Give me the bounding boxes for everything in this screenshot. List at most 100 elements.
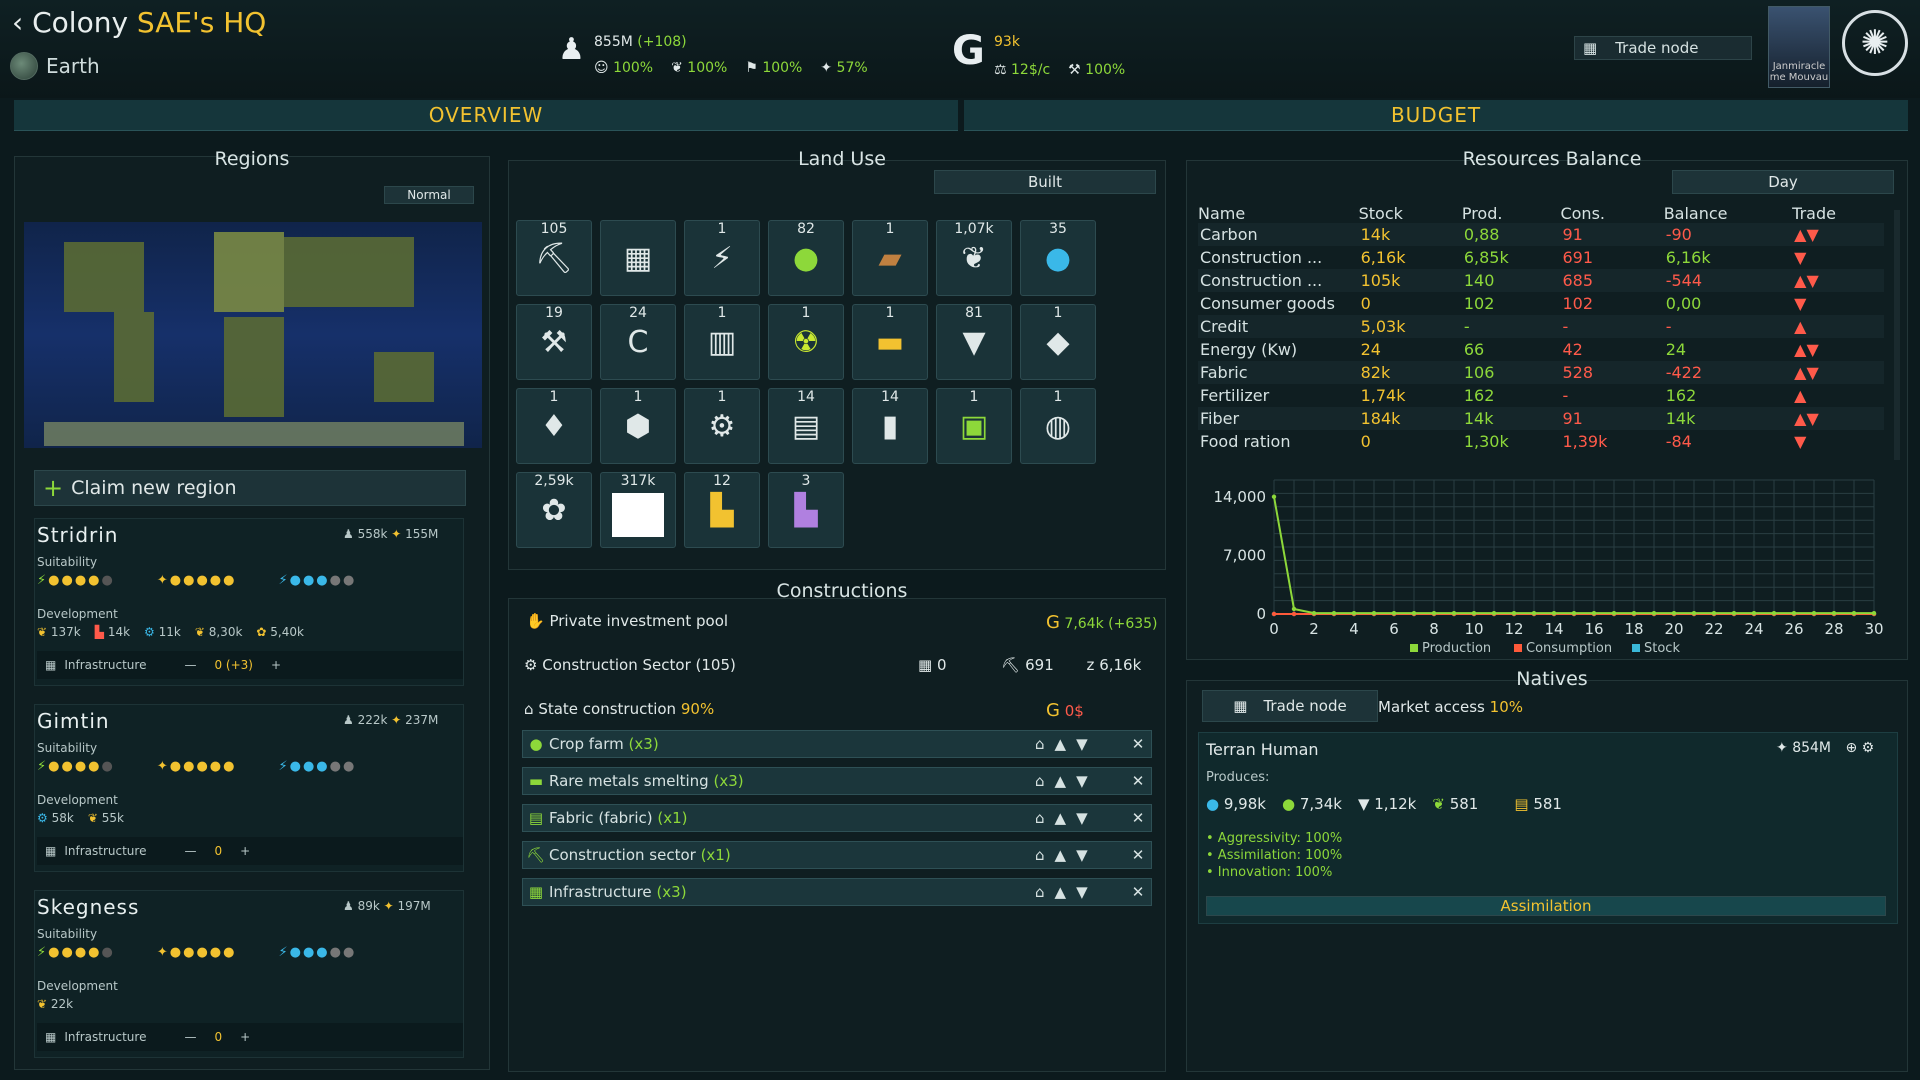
construction-queue-item[interactable]: ● Crop farm (x3) ⌂ ▲ ▼ ✕ <box>522 730 1152 758</box>
table-cell: -90 <box>1665 225 1692 244</box>
region-stats: ♟ 89k ✦ 197M <box>343 899 431 913</box>
land-use-tile[interactable]: 105 ⛏ <box>516 220 592 296</box>
land-use-tile[interactable]: 1 ▣ <box>936 388 1012 464</box>
land-use-tile[interactable]: 1 ♦ <box>516 388 592 464</box>
home-icon[interactable]: ⌂ <box>1035 735 1045 753</box>
land-use-tile[interactable]: 317k <box>600 472 676 548</box>
land-use-tile[interactable]: 35 ● <box>1020 220 1096 296</box>
construction-queue-item[interactable]: ▦ Infrastructure (x3) ⌂ ▲ ▼ ✕ <box>522 878 1152 906</box>
table-row[interactable]: Construction ... 6,16k 6,85k 691 6,16k ▼ <box>1198 246 1884 269</box>
claim-region-button[interactable]: + Claim new region <box>34 470 466 506</box>
home-icon[interactable]: ⌂ <box>1035 846 1045 864</box>
remove-icon[interactable]: ✕ <box>1125 846 1151 864</box>
land-use-tile[interactable]: 2,59k ✿ <box>516 472 592 548</box>
map-mode-button[interactable]: Normal <box>384 186 474 204</box>
column-header[interactable]: Prod. <box>1462 204 1561 223</box>
land-use-tile[interactable]: 24 C <box>600 304 676 380</box>
natives-trade-node-button[interactable]: ▦ Trade node <box>1202 690 1378 722</box>
table-cell: Fiber <box>1200 409 1240 428</box>
move-up-icon[interactable]: ▲ <box>1055 883 1067 901</box>
remove-icon[interactable]: ✕ <box>1125 883 1151 901</box>
column-header[interactable]: Stock <box>1359 204 1462 223</box>
land-use-tile[interactable]: 1 ☢ <box>768 304 844 380</box>
construction-queue-item[interactable]: ⛏ Construction sector (x1) ⌂ ▲ ▼ ✕ <box>522 841 1152 869</box>
table-row[interactable]: Fabric 82k 106 528 -422 ▲▼ <box>1198 361 1884 384</box>
home-icon[interactable]: ⌂ <box>1035 772 1045 790</box>
suitability-dots: ⚡●●●●● ✦●●●●● ⚡●●●●● <box>37 945 357 960</box>
region-card-gimtin[interactable]: Gimtin ♟ 222k ✦ 237M Suitability ⚡●●●●● … <box>34 704 464 872</box>
table-row[interactable]: Carbon 14k 0,88 91 -90 ▲▼ <box>1198 223 1884 246</box>
move-up-icon[interactable]: ▲ <box>1055 772 1067 790</box>
column-header[interactable]: Cons. <box>1560 204 1663 223</box>
trade-node-button[interactable]: ▦ Trade node <box>1574 36 1752 60</box>
land-use-tile[interactable]: 1 ▬ <box>852 304 928 380</box>
move-up-icon[interactable]: ▲ <box>1055 809 1067 827</box>
table-row[interactable]: Fiber 184k 14k 91 14k ▲▼ <box>1198 407 1884 430</box>
region-stats: ♟ 222k ✦ 237M <box>343 713 439 727</box>
data-point <box>1871 610 1877 616</box>
region-card-skegness[interactable]: Skegness ♟ 89k ✦ 197M Suitability ⚡●●●●●… <box>34 890 464 1058</box>
move-up-icon[interactable]: ▲ <box>1055 846 1067 864</box>
land-use-tile[interactable]: 12 ▙ <box>684 472 760 548</box>
data-point <box>1351 610 1357 616</box>
tab-budget[interactable]: BUDGET <box>964 100 1908 131</box>
world-map[interactable] <box>24 222 482 448</box>
land-use-tile[interactable]: 1,07k ❦ <box>936 220 1012 296</box>
construction-queue-item[interactable]: ▬ Rare metals smelting (x3) ⌂ ▲ ▼ ✕ <box>522 767 1152 795</box>
move-down-icon[interactable]: ▼ <box>1076 883 1088 901</box>
increase-button[interactable]: + <box>240 1030 250 1044</box>
land-use-tile[interactable]: 14 ▤ <box>768 388 844 464</box>
land-use-tile[interactable]: 19 ⚒ <box>516 304 592 380</box>
planet-label[interactable]: Earth <box>10 52 100 80</box>
avatar[interactable]: Janmiracle me Mouvau <box>1768 6 1830 88</box>
decrease-button[interactable]: — <box>184 844 196 858</box>
remove-icon[interactable]: ✕ <box>1125 772 1151 790</box>
land-use-tile[interactable]: 1 ⬢ <box>600 388 676 464</box>
remove-icon[interactable]: ✕ <box>1125 735 1151 753</box>
decrease-button[interactable]: — <box>184 1030 196 1044</box>
column-header[interactable]: Trade <box>1792 204 1884 223</box>
land-use-tile[interactable]: ▦ <box>600 220 676 296</box>
tab-overview[interactable]: OVERVIEW <box>14 100 958 131</box>
column-header[interactable]: Name <box>1198 204 1359 223</box>
land-use-tile[interactable]: 82 ● <box>768 220 844 296</box>
move-down-icon[interactable]: ▼ <box>1076 846 1088 864</box>
region-card-stridrin[interactable]: Stridrin ♟ 558k ✦ 155M Suitability ⚡●●●●… <box>34 518 464 686</box>
home-icon[interactable]: ⌂ <box>1035 883 1045 901</box>
increase-button[interactable]: + <box>240 844 250 858</box>
built-filter-button[interactable]: Built <box>934 170 1156 194</box>
decrease-button[interactable]: — <box>184 658 196 672</box>
land-use-tile[interactable]: 1 ▥ <box>684 304 760 380</box>
land-use-tile[interactable]: 1 ◍ <box>1020 388 1096 464</box>
remove-icon[interactable]: ✕ <box>1125 809 1151 827</box>
assimilation-button[interactable]: Assimilation <box>1206 896 1886 916</box>
land-use-tile[interactable]: 1 ◆ <box>1020 304 1096 380</box>
back-icon[interactable]: ‹ <box>12 6 23 39</box>
column-header[interactable]: Balance <box>1664 204 1792 223</box>
move-down-icon[interactable]: ▼ <box>1076 735 1088 753</box>
land-use-tile[interactable]: 1 ▰ <box>852 220 928 296</box>
table-row[interactable]: Food ration 0 1,30k 1,39k -84 ▼ <box>1198 430 1884 453</box>
land-use-tile[interactable]: 3 ▙ <box>768 472 844 548</box>
land-use-tile[interactable]: 81 ▼ <box>936 304 1012 380</box>
land-use-tile[interactable]: 14 ▮ <box>852 388 928 464</box>
table-row[interactable]: Consumer goods 0 102 102 0,00 ▼ <box>1198 292 1884 315</box>
faction-emblem-icon[interactable]: ✺ <box>1842 10 1908 76</box>
table-row[interactable]: Credit 5,03k - - - ▲ <box>1198 315 1884 338</box>
increase-button[interactable]: + <box>271 658 281 672</box>
table-row[interactable]: Fertilizer 1,74k 162 - 162 ▲ <box>1198 384 1884 407</box>
land-use-tile[interactable]: 1 ⚡ <box>684 220 760 296</box>
period-select[interactable]: Day <box>1672 170 1894 194</box>
land-use-tile[interactable]: 1 ⚙ <box>684 388 760 464</box>
construction-queue-item[interactable]: ▤ Fabric (fabric) (x1) ⌂ ▲ ▼ ✕ <box>522 804 1152 832</box>
move-down-icon[interactable]: ▼ <box>1076 809 1088 827</box>
move-up-icon[interactable]: ▲ <box>1055 735 1067 753</box>
trade-arrows-icon: ▼ <box>1794 248 1807 267</box>
move-down-icon[interactable]: ▼ <box>1076 772 1088 790</box>
table-row[interactable]: Energy (Kw) 24 66 42 24 ▲▼ <box>1198 338 1884 361</box>
table-row[interactable]: Construction ... 105k 140 685 -544 ▲▼ <box>1198 269 1884 292</box>
crane-icon: ⛏ <box>534 241 574 276</box>
resources-scrollbar[interactable] <box>1894 210 1900 460</box>
home-icon[interactable]: ⌂ <box>1035 809 1045 827</box>
queue-controls: ⌂ ▲ ▼ <box>1035 809 1125 827</box>
